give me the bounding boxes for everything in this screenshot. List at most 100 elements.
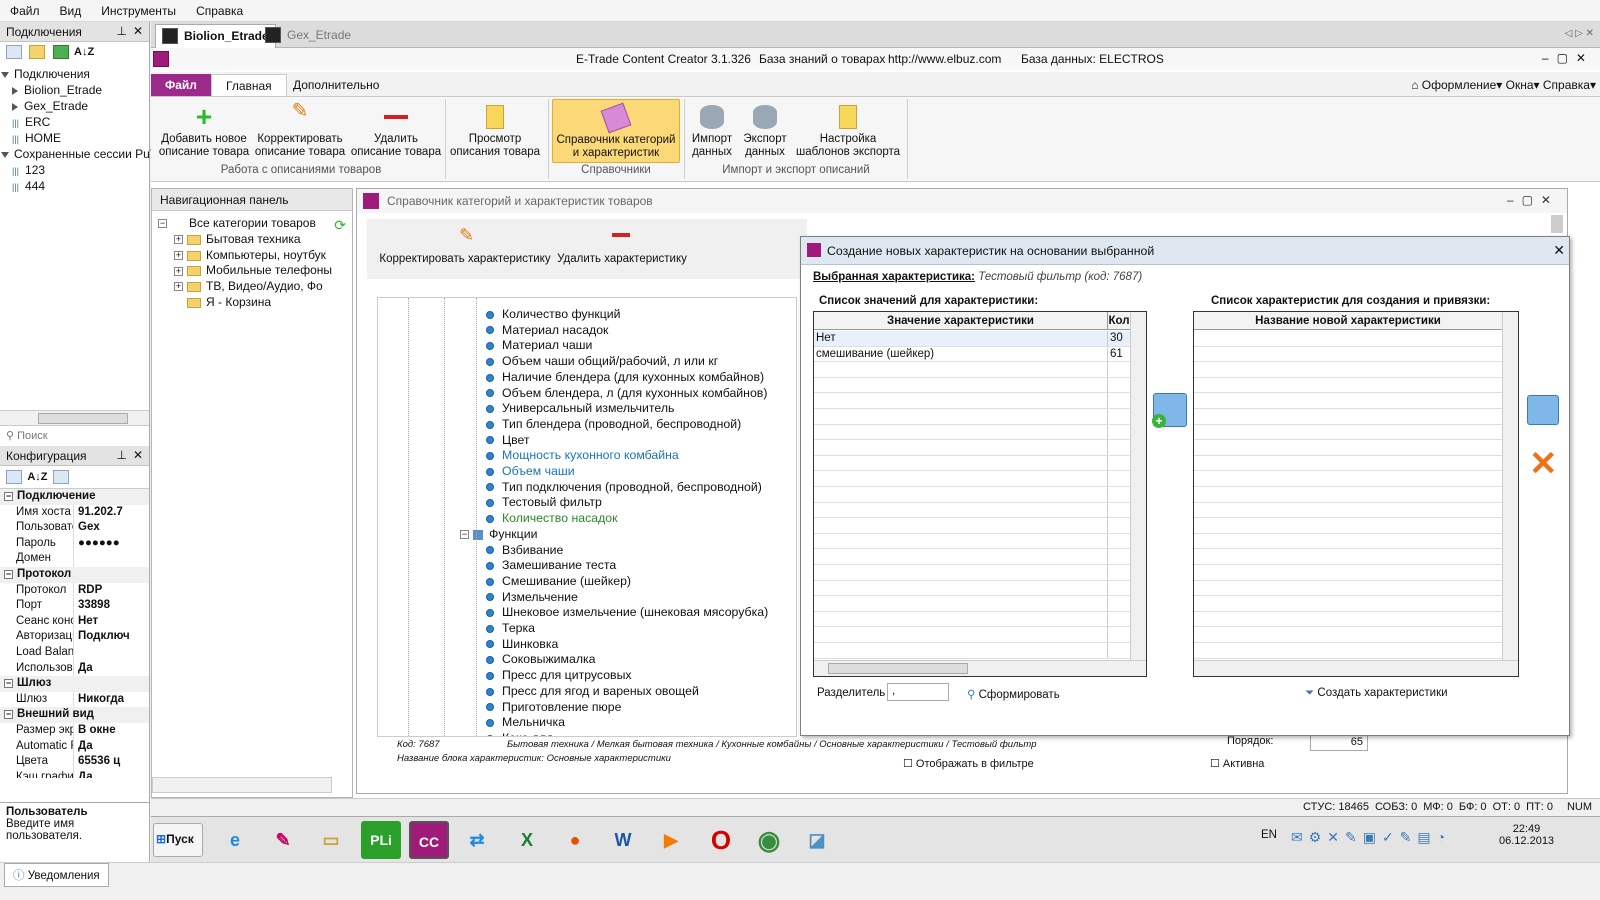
table-row[interactable]	[1194, 612, 1502, 628]
new-vscroll[interactable]	[1502, 312, 1518, 662]
table-row[interactable]	[1194, 440, 1502, 456]
separator-input[interactable]: ,	[887, 683, 949, 701]
opera-icon[interactable]: O	[701, 821, 741, 859]
collapse-icon[interactable]: −	[4, 492, 13, 501]
delete-characteristic-button[interactable]: Удалить характеристику	[557, 223, 687, 265]
characteristics-tree[interactable]: Количество функций Материал насадок Матери…	[377, 297, 797, 737]
characteristic-item[interactable]: Объем чаши	[486, 463, 575, 479]
delete-description-button[interactable]: Удалить описание товара	[349, 99, 443, 163]
connection-item[interactable]: ||| HOME	[2, 130, 147, 146]
add-to-list-icon[interactable]: +	[1152, 393, 1187, 428]
notes-icon[interactable]: ◪	[797, 821, 837, 859]
media-player-icon[interactable]: ▶	[651, 821, 691, 859]
new-characteristics-grid[interactable]: Название новой характеристики	[1193, 311, 1519, 677]
function-item[interactable]: Терка	[486, 620, 535, 636]
new-hscroll[interactable]	[1194, 660, 1518, 676]
tab-biolion[interactable]: Biolion_Etrade	[155, 24, 276, 48]
connection-item[interactable]: Gex_Etrade	[2, 98, 147, 114]
characteristic-item[interactable]: Тестовый фильтр	[486, 494, 602, 510]
column-value[interactable]: Значение характеристики	[814, 312, 1108, 330]
screen-icon[interactable]	[52, 45, 69, 59]
menu-item-0[interactable]: Файл	[0, 0, 50, 18]
table-row[interactable]	[1194, 456, 1502, 472]
collapse-icon[interactable]: −	[4, 679, 13, 689]
characteristic-item[interactable]: Цвет	[486, 432, 530, 448]
tab-file[interactable]: Файл	[151, 74, 211, 96]
menu-windows[interactable]: Окна	[1506, 78, 1534, 92]
function-item[interactable]: Приготовление пюре	[486, 699, 621, 715]
menu-help[interactable]: Справка	[1543, 78, 1590, 92]
table-row[interactable]	[1194, 581, 1502, 597]
expand-icon[interactable]: +	[174, 282, 183, 292]
new-folder-icon[interactable]	[29, 45, 46, 59]
table-row[interactable]	[1194, 627, 1502, 643]
function-item[interactable]: Пресс для цитрусовых	[486, 667, 632, 683]
table-row[interactable]	[1194, 643, 1502, 659]
connection-item[interactable]: ||| 444	[2, 178, 147, 194]
connection-item[interactable]: Biolion_Etrade	[2, 82, 147, 98]
expand-icon[interactable]: +	[174, 266, 183, 276]
menu-item-3[interactable]: Справка	[186, 0, 253, 18]
table-row[interactable]	[814, 549, 1130, 565]
start-button[interactable]: ⊞Пуск	[153, 823, 203, 857]
connection-item[interactable]: ||| 123	[2, 162, 147, 178]
dictionary-button[interactable]: Справочник категорий и характеристик	[552, 99, 680, 163]
category-item[interactable]: Я - Корзина	[158, 294, 346, 310]
config-row[interactable]: Automatic R Да	[0, 738, 149, 755]
characteristic-item[interactable]: Тип подключения (проводной, беспроводной…	[486, 479, 762, 495]
nav-hscroll[interactable]	[152, 777, 332, 793]
table-row[interactable]	[1194, 409, 1502, 425]
config-category[interactable]: − Протокол	[0, 566, 149, 583]
function-item[interactable]: Смешивание (шейкер)	[486, 573, 631, 589]
firefox-icon[interactable]: ●	[555, 821, 595, 859]
window-controls-icon[interactable]: –▢✕	[1542, 51, 1594, 65]
table-row[interactable]	[1194, 518, 1502, 534]
chrome-icon[interactable]: ◉	[749, 821, 789, 859]
close-icon[interactable]: ✕	[1553, 242, 1565, 259]
table-row[interactable]	[1194, 362, 1502, 378]
tray-icons[interactable]: ✉⚙✕✎▣✓✎▤◔	[1291, 829, 1451, 846]
inner-vscroll[interactable]	[1551, 215, 1563, 233]
pli-icon[interactable]: PLi	[361, 821, 401, 859]
config-row[interactable]: Использова Да	[0, 660, 149, 677]
tree-root[interactable]: − Все категории товаров	[158, 215, 346, 231]
menu-design[interactable]: Оформление	[1422, 78, 1496, 92]
add-description-button[interactable]: + Добавить новое описание товара	[157, 99, 251, 163]
config-row[interactable]: Протокол RDP	[0, 582, 149, 599]
values-hscroll[interactable]	[814, 660, 1146, 676]
table-row[interactable]	[1194, 503, 1502, 519]
table-row[interactable]	[814, 533, 1130, 550]
function-item[interactable]: Замешивание теста	[486, 557, 616, 573]
table-row[interactable]	[814, 596, 1130, 612]
config-category[interactable]: − Подключение	[0, 489, 149, 505]
show-in-filter-checkbox[interactable]: ☐ Отображать в фильтре	[903, 757, 1034, 770]
categorized-icon[interactable]	[6, 470, 22, 484]
window-controls-icon[interactable]: –▢✕	[1507, 193, 1559, 207]
table-row[interactable]	[814, 502, 1130, 519]
table-row[interactable]	[1194, 425, 1502, 441]
connection-item[interactable]: ||| ERC	[2, 114, 147, 130]
edit-characteristic-button[interactable]: ✎ Корректировать характеристику	[375, 223, 555, 265]
tab-main[interactable]: Главная	[211, 74, 287, 96]
tab-scroll-icon[interactable]: ◁ ▷ ✕	[1565, 28, 1594, 39]
table-row[interactable]	[814, 565, 1130, 581]
function-item[interactable]: Измельчение	[486, 589, 578, 605]
refresh-icon[interactable]: ⟳	[334, 217, 346, 234]
table-row[interactable]	[814, 611, 1130, 628]
table-row[interactable]	[1194, 378, 1502, 394]
function-item[interactable]: Мельничка	[486, 714, 565, 730]
table-row[interactable]	[1194, 487, 1502, 503]
tab-gex[interactable]: Gex_Etrade	[259, 24, 357, 48]
category-item[interactable]: + Компьютеры, ноутбук	[158, 247, 346, 263]
config-category[interactable]: − Шлюз	[0, 676, 149, 692]
config-row[interactable]: Шлюз Никогда	[0, 691, 149, 708]
expand-icon[interactable]	[12, 102, 18, 111]
characteristic-item[interactable]: Наличие блендера (для кухонных комбайнов…	[486, 369, 764, 385]
view-description-button[interactable]: Просмотр описания товара	[448, 99, 542, 163]
characteristic-item[interactable]: Мощность кухонного комбайна	[486, 447, 679, 463]
edit-description-button[interactable]: ✎ Корректировать описание товара	[253, 99, 347, 163]
order-input[interactable]: 65	[1310, 735, 1368, 751]
table-row[interactable]	[814, 518, 1130, 534]
delete-list-icon[interactable]: ✕	[1529, 447, 1558, 481]
explorer-icon[interactable]: ▭	[311, 821, 351, 859]
